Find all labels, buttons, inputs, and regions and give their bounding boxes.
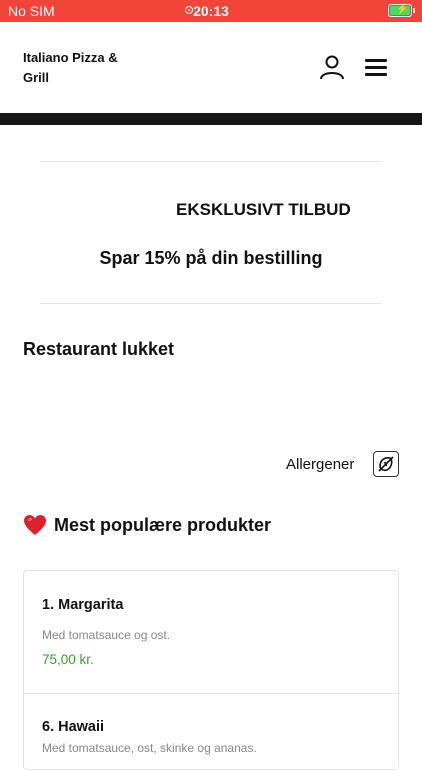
popular-products-title: Mest populære produkter	[54, 514, 272, 535]
offer-title: EKSKLUSIVT TILBUD	[176, 200, 351, 219]
clock: 20:13	[193, 3, 229, 19]
product-list: 1. Margarita Med tomatsauce og ost. 75,0…	[23, 570, 399, 770]
battery-charging-icon: ⚡	[388, 4, 415, 17]
divider	[24, 693, 398, 694]
product-price: 75,00 kr.	[42, 652, 94, 667]
hero-image	[0, 113, 422, 125]
product-description: Med tomatsauce og ost.	[42, 628, 171, 642]
product-description: Med tomatsauce, ost, skinke og ananas.	[42, 741, 257, 755]
offer-subtitle: Spar 15% på din bestilling	[99, 248, 323, 268]
restaurant-status: Restaurant lukket	[23, 339, 175, 359]
product-name: 6. Hawaii	[42, 719, 105, 735]
user-icon[interactable]	[319, 54, 345, 80]
divider	[40, 303, 382, 304]
heart-icon	[24, 515, 46, 535]
allergen-icon	[378, 456, 394, 472]
popular-products-heading: Mest populære produkter	[23, 512, 271, 538]
allergen-button[interactable]	[373, 451, 399, 477]
product-name: 1. Margarita	[42, 597, 124, 613]
status-bar: No SIM 20:13 ⚡	[0, 0, 422, 22]
allergens-label[interactable]: Allergener	[286, 456, 354, 473]
restaurant-name[interactable]: Italiano Pizza & Grill	[23, 48, 143, 88]
app-header: Italiano Pizza & Grill	[0, 22, 422, 113]
hamburger-menu-icon[interactable]	[365, 57, 389, 77]
divider	[40, 161, 382, 162]
